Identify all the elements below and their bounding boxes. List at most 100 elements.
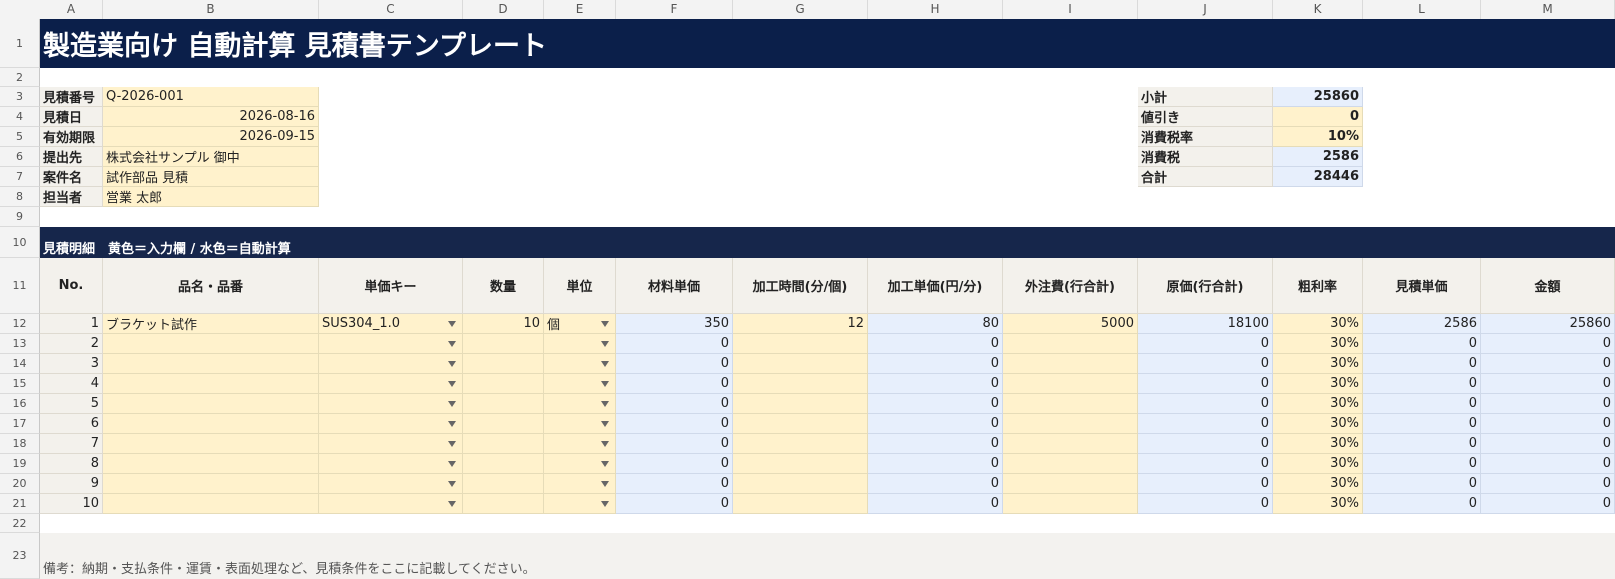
chevron-down-icon[interactable]	[601, 380, 609, 387]
column-header-f[interactable]: F	[616, 0, 733, 19]
dropdown-cell[interactable]	[544, 474, 616, 494]
column-header-c[interactable]: C	[319, 0, 463, 19]
input-cell[interactable]: 30%	[1273, 434, 1363, 454]
input-cell[interactable]	[463, 394, 544, 414]
input-cell[interactable]	[733, 414, 868, 434]
chevron-down-icon[interactable]	[601, 360, 609, 367]
row-header-8[interactable]: 8	[0, 187, 40, 207]
dropdown-cell[interactable]	[544, 374, 616, 394]
chevron-down-icon[interactable]	[448, 440, 456, 447]
input-cell[interactable]: 30%	[1273, 334, 1363, 354]
input-cell[interactable]: 10	[463, 314, 544, 334]
dropdown-cell[interactable]	[319, 374, 463, 394]
chevron-down-icon[interactable]	[448, 340, 456, 347]
input-cell[interactable]	[1003, 434, 1138, 454]
row-header-1[interactable]: 1	[0, 19, 40, 68]
input-cell[interactable]: 30%	[1273, 374, 1363, 394]
row-header-2[interactable]: 2	[0, 68, 40, 87]
input-cell[interactable]	[1003, 454, 1138, 474]
input-cell[interactable]	[1003, 474, 1138, 494]
row-header-3[interactable]: 3	[0, 87, 40, 107]
chevron-down-icon[interactable]	[448, 460, 456, 467]
chevron-down-icon[interactable]	[448, 320, 456, 327]
row-header-5[interactable]: 5	[0, 127, 40, 147]
column-header-k[interactable]: K	[1273, 0, 1363, 19]
chevron-down-icon[interactable]	[448, 380, 456, 387]
row-header-20[interactable]: 20	[0, 474, 40, 494]
dropdown-cell[interactable]	[319, 354, 463, 374]
summary-value[interactable]: 0	[1273, 107, 1363, 127]
dropdown-cell[interactable]	[544, 434, 616, 454]
input-cell[interactable]	[103, 474, 319, 494]
info-value-field[interactable]: 営業 太郎	[103, 187, 319, 207]
input-cell[interactable]	[1003, 394, 1138, 414]
row-header-16[interactable]: 16	[0, 394, 40, 414]
row-header-9[interactable]: 9	[0, 207, 40, 227]
column-header-a[interactable]: A	[40, 0, 103, 19]
row-header-4[interactable]: 4	[0, 107, 40, 127]
chevron-down-icon[interactable]	[601, 340, 609, 347]
input-cell[interactable]	[733, 494, 868, 514]
input-cell[interactable]: 30%	[1273, 454, 1363, 474]
row-header-19[interactable]: 19	[0, 454, 40, 474]
info-value-field[interactable]: 株式会社サンプル 御中	[103, 147, 319, 167]
row-header-17[interactable]: 17	[0, 414, 40, 434]
input-cell[interactable]	[463, 434, 544, 454]
dropdown-cell[interactable]: SUS304_1.0	[319, 314, 463, 334]
dropdown-cell[interactable]	[319, 334, 463, 354]
column-header-d[interactable]: D	[463, 0, 544, 19]
input-cell[interactable]	[1003, 334, 1138, 354]
input-cell[interactable]: 30%	[1273, 354, 1363, 374]
column-header-e[interactable]: E	[544, 0, 616, 19]
dropdown-cell[interactable]	[319, 494, 463, 514]
dropdown-cell[interactable]	[544, 414, 616, 434]
row-header-12[interactable]: 12	[0, 314, 40, 334]
input-cell[interactable]	[463, 414, 544, 434]
info-value-field[interactable]: 2026-09-15	[103, 127, 319, 147]
column-header-b[interactable]: B	[103, 0, 319, 19]
dropdown-cell[interactable]	[544, 494, 616, 514]
row-header-18[interactable]: 18	[0, 434, 40, 454]
row-header-7[interactable]: 7	[0, 167, 40, 187]
input-cell[interactable]	[733, 434, 868, 454]
info-value-field[interactable]: 試作部品 見積	[103, 167, 319, 187]
input-cell[interactable]	[1003, 374, 1138, 394]
input-cell[interactable]	[733, 374, 868, 394]
chevron-down-icon[interactable]	[601, 320, 609, 327]
input-cell[interactable]	[103, 334, 319, 354]
input-cell[interactable]	[103, 374, 319, 394]
chevron-down-icon[interactable]	[601, 400, 609, 407]
column-header-m[interactable]: M	[1481, 0, 1615, 19]
input-cell[interactable]	[463, 354, 544, 374]
input-cell[interactable]	[103, 414, 319, 434]
chevron-down-icon[interactable]	[601, 460, 609, 467]
row-header-15[interactable]: 15	[0, 374, 40, 394]
input-cell[interactable]: 30%	[1273, 494, 1363, 514]
dropdown-cell[interactable]	[544, 454, 616, 474]
dropdown-cell[interactable]	[319, 434, 463, 454]
summary-value[interactable]: 10%	[1273, 127, 1363, 147]
input-cell[interactable]: 12	[733, 314, 868, 334]
input-cell[interactable]: ブラケット試作	[103, 314, 319, 334]
input-cell[interactable]	[1003, 354, 1138, 374]
row-header-11[interactable]: 11	[0, 258, 40, 314]
column-header-h[interactable]: H	[868, 0, 1003, 19]
column-header-g[interactable]: G	[733, 0, 868, 19]
dropdown-cell[interactable]	[319, 394, 463, 414]
input-cell[interactable]	[1003, 414, 1138, 434]
input-cell[interactable]	[103, 354, 319, 374]
chevron-down-icon[interactable]	[448, 360, 456, 367]
chevron-down-icon[interactable]	[601, 480, 609, 487]
info-value-field[interactable]: Q-2026-001	[103, 87, 319, 107]
input-cell[interactable]	[463, 454, 544, 474]
input-cell[interactable]	[463, 494, 544, 514]
input-cell[interactable]: 30%	[1273, 474, 1363, 494]
input-cell[interactable]: 5000	[1003, 314, 1138, 334]
input-cell[interactable]	[733, 474, 868, 494]
chevron-down-icon[interactable]	[601, 440, 609, 447]
input-cell[interactable]	[463, 374, 544, 394]
chevron-down-icon[interactable]	[601, 500, 609, 507]
info-value-field[interactable]: 2026-08-16	[103, 107, 319, 127]
dropdown-cell[interactable]	[319, 474, 463, 494]
dropdown-cell[interactable]: 個	[544, 314, 616, 334]
